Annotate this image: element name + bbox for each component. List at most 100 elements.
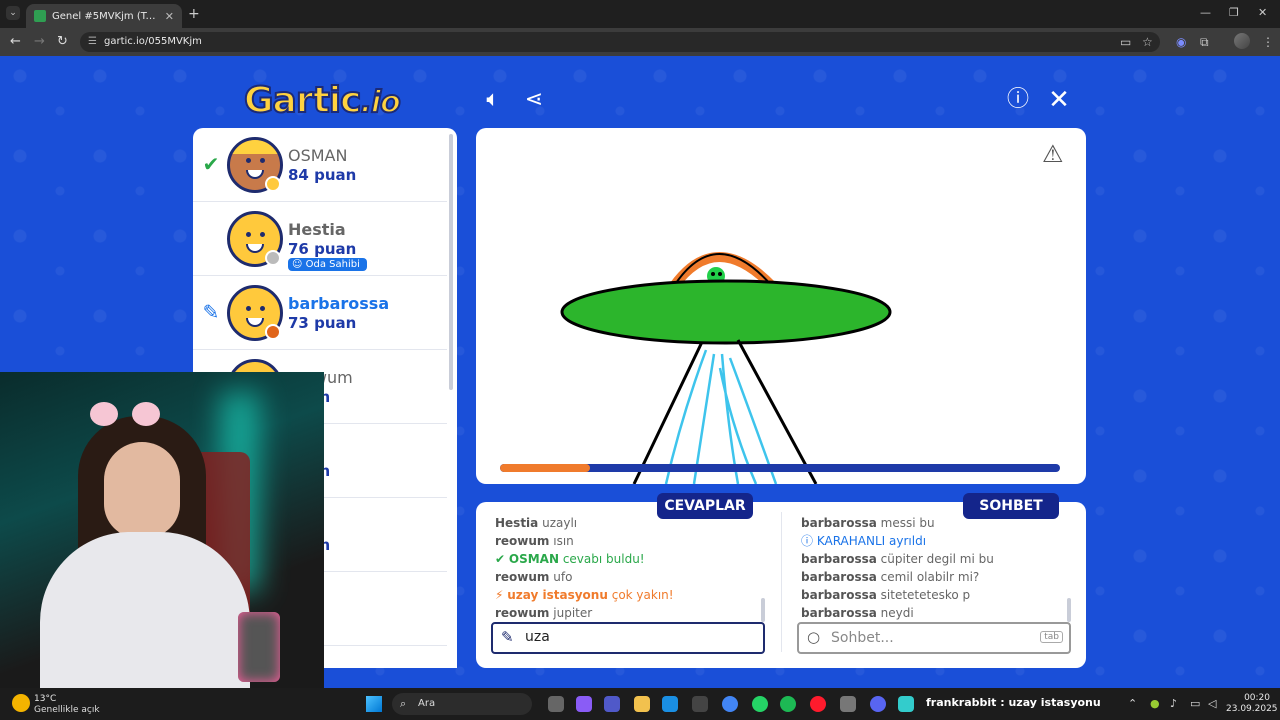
chat-input[interactable]: ○ Sohbet... tab	[797, 622, 1071, 654]
webcam-overlay	[0, 372, 324, 688]
list-item: barbarossa cüpiter degil mi bu	[801, 552, 994, 566]
file-explorer-icon[interactable]	[634, 696, 650, 712]
obs-icon[interactable]	[898, 696, 914, 712]
tab-answers[interactable]: CEVAPLAR	[657, 493, 753, 519]
pencil-icon: ✎	[501, 628, 514, 646]
back-button[interactable]: ←	[10, 34, 21, 49]
player-row[interactable]: ✔ OSMAN 84 puan	[193, 128, 447, 202]
share-icon[interactable]: ⋖	[520, 86, 548, 114]
tab-key-hint: tab	[1040, 631, 1063, 643]
round-timer	[500, 464, 1060, 472]
copilot-icon[interactable]	[576, 696, 592, 712]
weather-desc: Genellikle açık	[34, 705, 100, 715]
close-window-button[interactable]: ✕	[1258, 6, 1267, 19]
teams-icon[interactable]	[604, 696, 620, 712]
close-tab-icon[interactable]: ✕	[165, 10, 174, 23]
extension-icon[interactable]: ◉	[1176, 35, 1186, 49]
chat-scrollbar[interactable]	[1067, 598, 1071, 622]
network-icon[interactable]: ▭	[1190, 697, 1200, 710]
status-dot	[265, 176, 281, 192]
windows-taskbar: 13°C Genellikle açık ⌕ Ara frankrabbit :…	[0, 688, 1280, 720]
chat-input-placeholder: Sohbet...	[831, 630, 894, 646]
info-icon: ⓘ	[801, 534, 817, 548]
cast-icon[interactable]: ▭	[1120, 35, 1131, 49]
task-view-icon[interactable]	[548, 696, 564, 712]
new-tab-button[interactable]: +	[188, 6, 200, 22]
stream-notification: frankrabbit : uzay istasyonu	[926, 696, 1101, 709]
extensions-puzzle-icon[interactable]: ⧉	[1200, 35, 1209, 50]
answer-input[interactable]: ✎ uza	[491, 622, 765, 654]
clock-date: 23.09.2025	[1226, 704, 1278, 714]
whatsapp-icon[interactable]	[752, 696, 768, 712]
room-owner-badge: ☺ Oda Sahibi	[288, 258, 367, 271]
profile-avatar[interactable]	[1234, 33, 1250, 49]
tab-search-button[interactable]: ⌄	[6, 6, 20, 20]
forward-button[interactable]: →	[34, 34, 45, 49]
flame-icon: ⚡	[495, 588, 508, 602]
tray-app-icon[interactable]: ●	[1150, 697, 1160, 710]
player-name: barbarossa	[288, 294, 390, 313]
search-icon: ○	[807, 628, 821, 646]
answer-input-value: uza	[525, 629, 550, 645]
taskbar-search[interactable]: ⌕ Ara	[392, 693, 532, 715]
close-game-icon[interactable]: ✕	[1045, 86, 1073, 114]
gartic-logo: Gartic.io	[243, 79, 402, 122]
list-item: ✔ OSMAN cevabı buldu!	[495, 552, 645, 566]
list-item: ⓘ KARAHANLI ayrıldı	[801, 534, 927, 548]
timer-fill	[500, 464, 590, 472]
restore-button[interactable]: ❐	[1229, 6, 1239, 19]
status-dot	[265, 250, 281, 266]
bookmark-star-icon[interactable]: ☆	[1142, 35, 1153, 49]
url-input[interactable]: ☰ gartic.io/055MVKjm	[80, 32, 1160, 52]
ufo-drawing	[560, 252, 892, 484]
taskbar-search-label: Ara	[418, 698, 436, 709]
discord-icon[interactable]	[870, 696, 886, 712]
tray-chevron-icon[interactable]: ⌃	[1128, 697, 1137, 710]
check-icon: ✔	[202, 152, 220, 176]
weather-temp: 13°C	[34, 694, 57, 704]
microphone-icon[interactable]: ♪	[1170, 697, 1177, 710]
player-score: 84 puan	[288, 166, 357, 184]
player-score: 76 puan	[288, 240, 357, 258]
edge-icon[interactable]	[662, 696, 678, 712]
browser-menu-icon[interactable]: ⋮	[1262, 35, 1274, 49]
tab-title: Genel #5MVKjm (Türkçe) - Gartic.io	[52, 10, 159, 22]
answers-scrollbar[interactable]	[761, 598, 765, 622]
player-score: 73 puan	[288, 314, 357, 332]
list-item: barbarossa cemil olabilr mi?	[801, 570, 980, 584]
reload-button[interactable]: ↻	[57, 34, 68, 49]
report-warning-icon[interactable]: ⚠	[1042, 140, 1064, 168]
player-row[interactable]: Hestia 76 puan ☺ Oda Sahibi	[193, 202, 447, 276]
minimize-button[interactable]: —	[1200, 6, 1211, 19]
clock-time: 00:20	[1244, 693, 1270, 703]
status-dot	[265, 324, 281, 340]
chat-panel: Hestia uzaylı reowum ısın ✔ OSMAN cevabı…	[476, 502, 1086, 668]
chrome-icon[interactable]	[722, 696, 738, 712]
answers-list: Hestia uzaylı reowum ısın ✔ OSMAN cevabı…	[495, 514, 767, 622]
store-icon[interactable]	[692, 696, 708, 712]
check-icon: ✔	[495, 552, 509, 566]
tab-chat[interactable]: SOHBET	[963, 493, 1059, 519]
crown-icon: ☺	[292, 259, 306, 270]
sound-icon[interactable]: 🔈︎	[479, 86, 507, 114]
list-item: reowum jupiter	[495, 606, 593, 620]
volume-icon[interactable]: ◁	[1208, 697, 1216, 710]
opera-icon[interactable]	[810, 696, 826, 712]
spotify-icon[interactable]	[780, 696, 796, 712]
info-icon[interactable]: ⓘ	[1004, 86, 1032, 114]
windows-start-icon[interactable]	[366, 696, 382, 712]
app-icon[interactable]	[840, 696, 856, 712]
list-item: reowum ısın	[495, 534, 574, 548]
list-item: barbarossa neydi	[801, 606, 914, 620]
panel-divider	[781, 512, 782, 652]
pencil-icon: ✎	[202, 300, 220, 324]
player-name: Hestia	[288, 220, 346, 239]
drawing-canvas[interactable]: ⚠	[476, 128, 1086, 484]
weather-icon[interactable]	[12, 694, 30, 712]
player-row[interactable]: ✎ barbarossa 73 puan	[193, 276, 447, 350]
browser-tabbar: ⌄ Genel #5MVKjm (Türkçe) - Gartic.io ✕ +…	[0, 0, 1280, 28]
players-scrollbar[interactable]	[449, 134, 453, 390]
site-info-icon[interactable]: ☰	[88, 32, 97, 52]
browser-tab[interactable]: Genel #5MVKjm (Türkçe) - Gartic.io ✕	[26, 4, 182, 28]
taskbar-clock[interactable]: 00:20 23.09.2025	[1226, 693, 1278, 715]
